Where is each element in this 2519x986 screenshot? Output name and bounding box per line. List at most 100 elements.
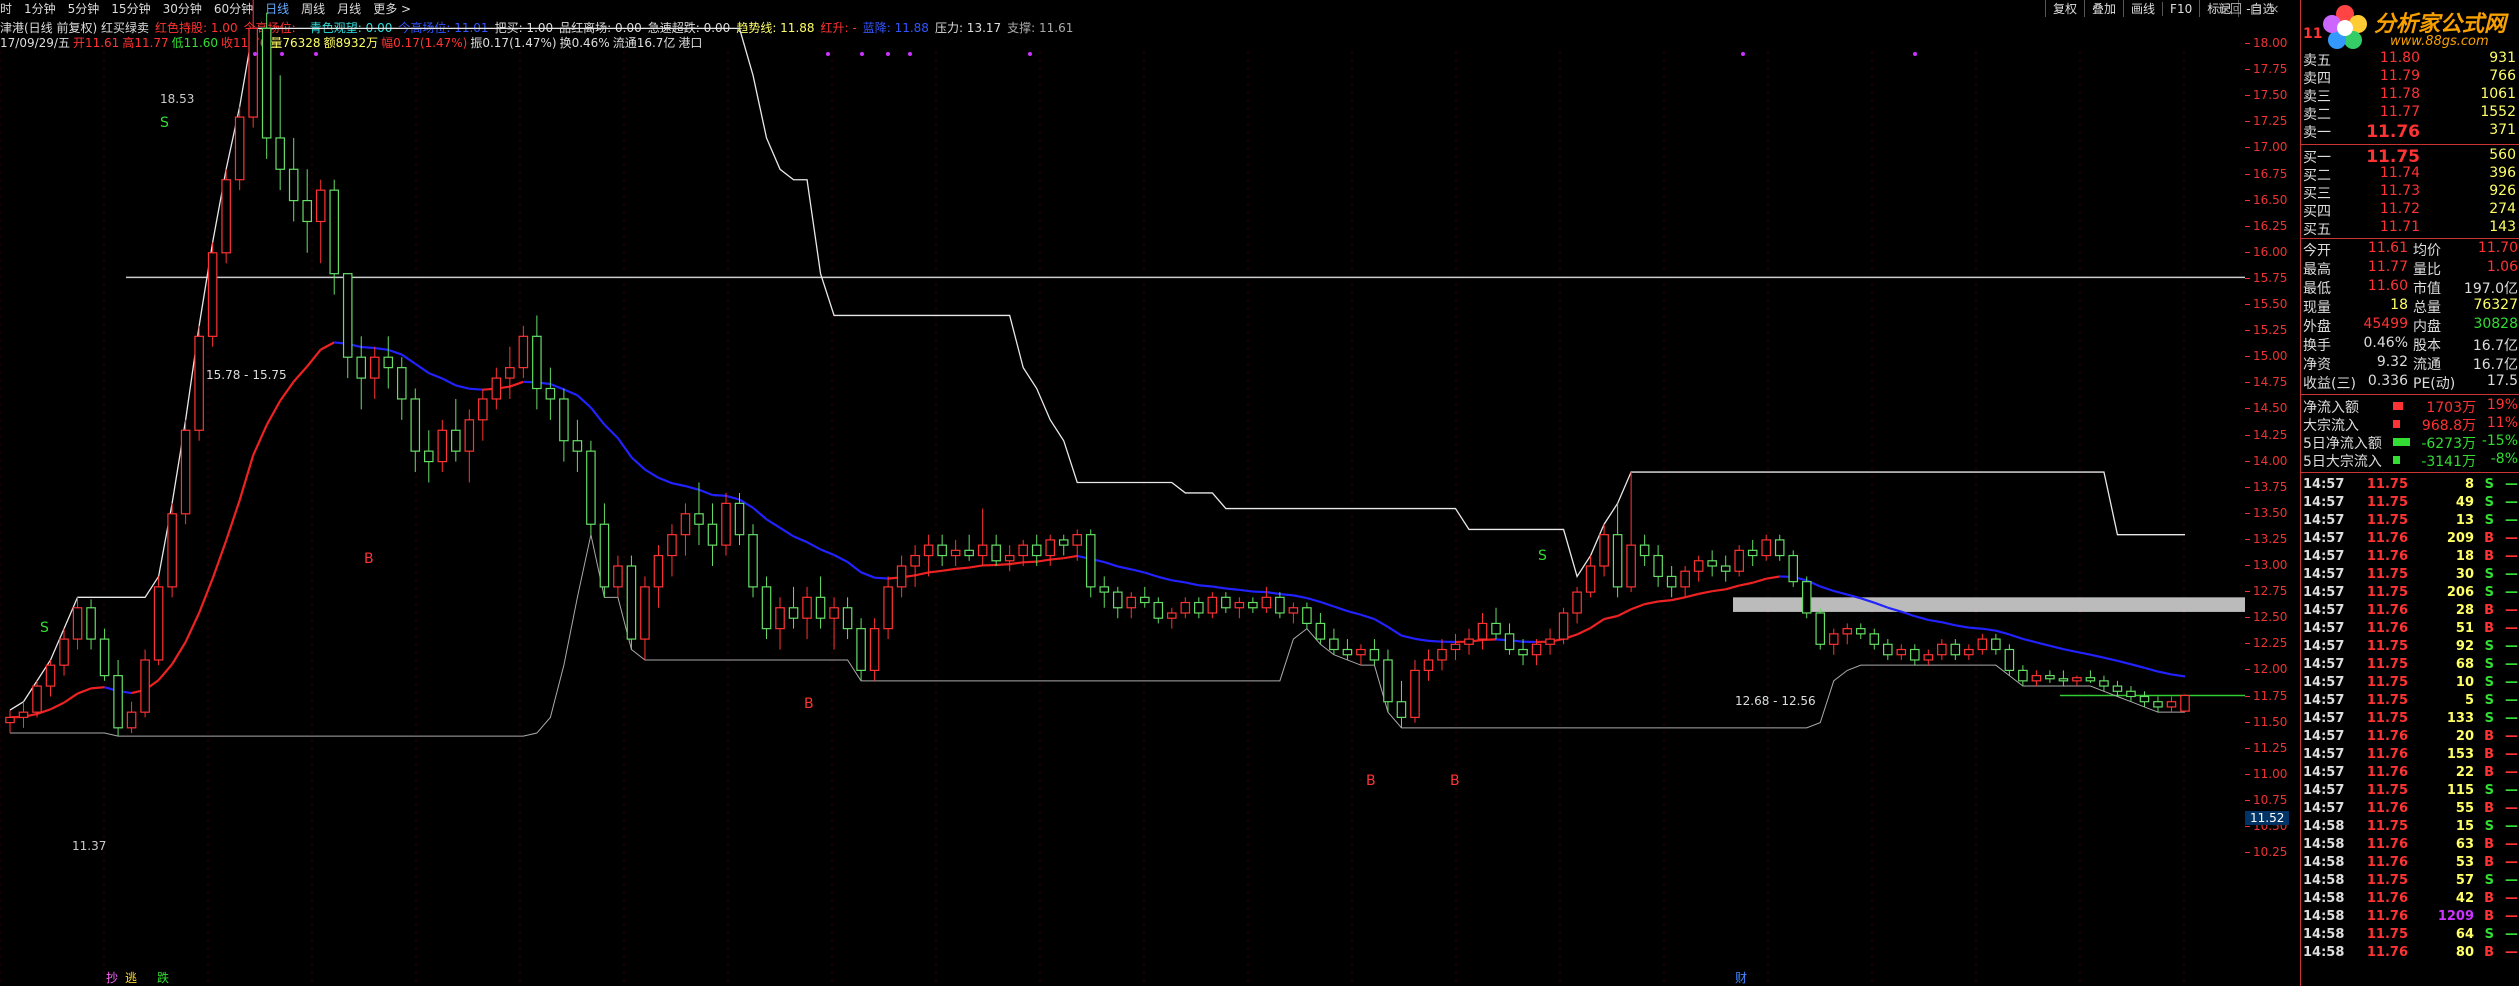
candle[interactable] bbox=[451, 398, 461, 462]
candle[interactable] bbox=[2004, 644, 2015, 676]
candle[interactable] bbox=[1437, 639, 1447, 671]
candle[interactable] bbox=[950, 539, 961, 566]
candle[interactable] bbox=[1112, 586, 1123, 619]
candle[interactable] bbox=[275, 75, 285, 191]
candle[interactable] bbox=[748, 524, 758, 598]
candle[interactable] bbox=[126, 701, 137, 734]
candle[interactable] bbox=[464, 409, 475, 483]
candle[interactable] bbox=[2099, 675, 2109, 692]
candle[interactable] bbox=[572, 419, 583, 473]
candle[interactable] bbox=[1653, 545, 1663, 587]
candle[interactable] bbox=[1612, 503, 1623, 598]
candle[interactable] bbox=[1194, 597, 1204, 619]
candle[interactable] bbox=[896, 555, 907, 598]
candle[interactable] bbox=[505, 346, 515, 399]
candle[interactable] bbox=[1180, 597, 1191, 619]
candle[interactable] bbox=[342, 273, 353, 379]
candle[interactable] bbox=[1950, 639, 1961, 660]
candle[interactable] bbox=[2126, 686, 2136, 702]
candle[interactable] bbox=[1977, 633, 1988, 655]
candle[interactable] bbox=[1085, 529, 1096, 598]
candle[interactable] bbox=[113, 659, 123, 737]
candle[interactable] bbox=[1747, 539, 1758, 566]
candle[interactable] bbox=[667, 524, 677, 577]
candle[interactable] bbox=[2112, 680, 2123, 697]
candle[interactable] bbox=[1964, 644, 1974, 660]
candle[interactable] bbox=[2153, 696, 2163, 713]
candle[interactable] bbox=[532, 315, 542, 410]
candle[interactable] bbox=[1883, 639, 1893, 660]
candle[interactable] bbox=[559, 388, 569, 462]
candle[interactable] bbox=[478, 388, 488, 441]
candle[interactable] bbox=[707, 503, 718, 566]
candle[interactable] bbox=[1815, 607, 1826, 650]
candle[interactable] bbox=[923, 534, 934, 577]
candle[interactable] bbox=[761, 576, 772, 640]
candle[interactable] bbox=[910, 545, 920, 587]
candle[interactable] bbox=[1734, 545, 1744, 577]
candle[interactable] bbox=[491, 367, 502, 410]
candle[interactable] bbox=[1855, 623, 1866, 640]
candle[interactable] bbox=[1518, 639, 1528, 666]
candle[interactable] bbox=[1585, 555, 1596, 598]
candle[interactable] bbox=[45, 659, 56, 697]
candle[interactable] bbox=[5, 710, 15, 734]
candle[interactable] bbox=[369, 346, 380, 399]
candle[interactable] bbox=[396, 357, 407, 420]
candle[interactable] bbox=[1329, 628, 1339, 655]
candle[interactable] bbox=[2045, 670, 2055, 683]
candle[interactable] bbox=[613, 555, 623, 598]
candle[interactable] bbox=[842, 597, 853, 640]
candle[interactable] bbox=[1545, 628, 1555, 655]
candle[interactable] bbox=[1626, 472, 1636, 593]
candle[interactable] bbox=[640, 576, 650, 660]
candle[interactable] bbox=[410, 388, 421, 473]
candle[interactable] bbox=[1288, 602, 1299, 624]
candle[interactable] bbox=[2180, 694, 2190, 713]
candle[interactable] bbox=[1991, 633, 2001, 655]
candle[interactable] bbox=[545, 367, 556, 420]
candle[interactable] bbox=[315, 179, 326, 264]
candle[interactable] bbox=[1639, 534, 1650, 566]
candle[interactable] bbox=[1153, 597, 1164, 624]
candle[interactable] bbox=[1126, 592, 1137, 619]
candle[interactable] bbox=[167, 503, 177, 598]
candle[interactable] bbox=[288, 137, 299, 222]
candle[interactable] bbox=[261, 12, 272, 159]
candle[interactable] bbox=[1464, 628, 1474, 655]
candle[interactable] bbox=[1261, 586, 1272, 613]
candle[interactable] bbox=[991, 534, 1001, 566]
candle[interactable] bbox=[1248, 597, 1258, 613]
candle[interactable] bbox=[207, 242, 218, 347]
candle[interactable] bbox=[1167, 607, 1177, 629]
candle[interactable] bbox=[1923, 649, 1934, 666]
candle[interactable] bbox=[883, 576, 893, 640]
candle[interactable] bbox=[1693, 555, 1704, 582]
candle[interactable] bbox=[1302, 602, 1312, 629]
candle[interactable] bbox=[1099, 576, 1110, 608]
candle[interactable] bbox=[99, 628, 110, 681]
candle[interactable] bbox=[153, 576, 164, 666]
candle[interactable] bbox=[1342, 639, 1353, 660]
candle[interactable] bbox=[937, 534, 947, 566]
candle[interactable] bbox=[1450, 633, 1461, 660]
candle[interactable] bbox=[1680, 566, 1690, 598]
candle[interactable] bbox=[32, 680, 42, 718]
candle[interactable] bbox=[1004, 545, 1015, 572]
candle[interactable] bbox=[437, 419, 448, 473]
candle[interactable] bbox=[234, 106, 245, 191]
candle[interactable] bbox=[721, 492, 731, 556]
candle[interactable] bbox=[1937, 639, 1947, 660]
candle[interactable] bbox=[1423, 649, 1434, 681]
candle[interactable] bbox=[180, 419, 191, 525]
candle[interactable] bbox=[194, 325, 204, 441]
candle[interactable] bbox=[586, 440, 596, 535]
candle[interactable] bbox=[1315, 612, 1326, 645]
candle[interactable] bbox=[1221, 592, 1231, 613]
candle[interactable] bbox=[1720, 555, 1731, 582]
candle[interactable] bbox=[1207, 592, 1218, 619]
candle[interactable] bbox=[424, 430, 434, 483]
candle[interactable] bbox=[1828, 628, 1839, 655]
candle[interactable] bbox=[2166, 696, 2177, 713]
candle[interactable] bbox=[964, 534, 974, 561]
